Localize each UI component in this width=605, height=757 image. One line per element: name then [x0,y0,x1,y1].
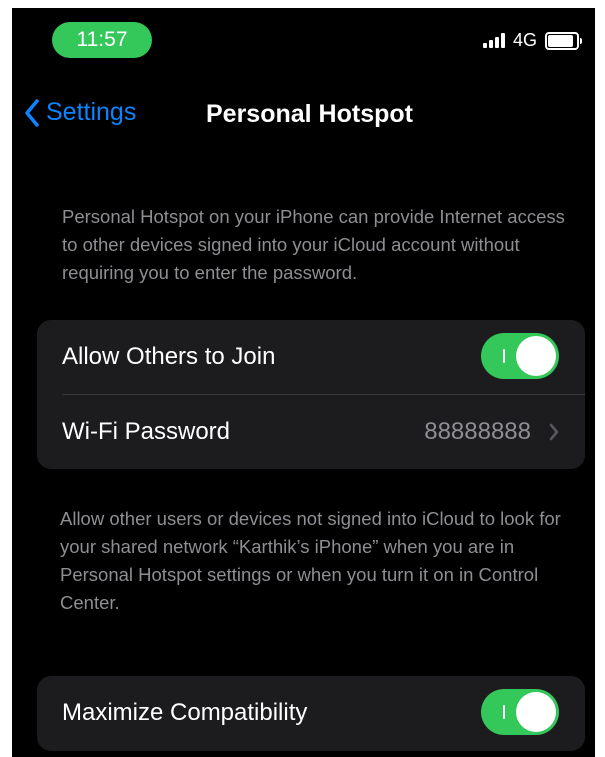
chevron-left-icon [25,98,39,127]
toggle-on-indicator [503,705,505,719]
status-indicators: 4G [482,30,582,51]
phone-screen: 11:57 4G Settings Personal Hotspot Perso… [12,8,595,757]
status-time-pill: 11:57 [52,22,152,58]
network-type: 4G [512,30,537,50]
maximize-compatibility-row: Maximize Compatibility [37,676,585,750]
toggle-knob [516,336,556,376]
compatibility-group: Maximize Compatibility [37,676,585,751]
hotspot-description: Personal Hotspot on your iPhone can prov… [62,206,565,283]
back-button[interactable]: Settings [24,98,136,127]
back-label: Settings [46,98,137,126]
toggle-on-indicator [503,349,505,363]
wifi-password-row[interactable]: Wi-Fi Password 88888888 [37,395,585,469]
toggle-knob [516,692,556,732]
status-time: 11:57 [76,28,128,51]
allow-others-description: Allow other users or devices not signed … [60,508,561,613]
page-title: Personal Hotspot [206,100,413,128]
maximize-compatibility-toggle[interactable] [481,689,559,735]
cellular-signal-icon [482,33,505,48]
hotspot-settings-group: Allow Others to Join Wi-Fi Password 8888… [37,320,585,469]
allow-others-toggle[interactable] [481,333,559,379]
wifi-password-value: 88888888 [424,418,531,445]
battery-icon [545,31,582,50]
wifi-password-label: Wi-Fi Password [62,418,231,445]
allow-others-row: Allow Others to Join [37,320,585,394]
chevron-right-icon [549,423,559,441]
maximize-compatibility-label: Maximize Compatibility [62,699,308,726]
allow-others-label: Allow Others to Join [62,343,276,370]
